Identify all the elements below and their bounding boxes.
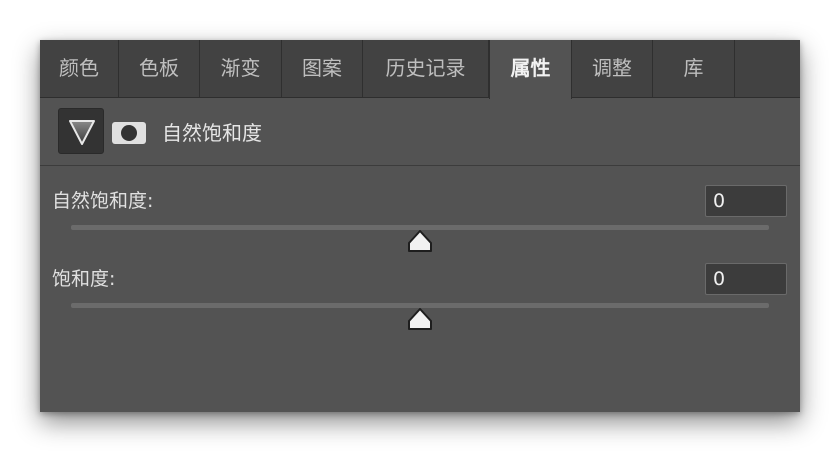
adjustment-header: 自然饱和度: [40, 98, 800, 166]
saturation-label: 饱和度:: [52, 268, 116, 290]
tab-libraries[interactable]: 库: [653, 40, 735, 97]
adjustment-title: 自然饱和度: [162, 121, 262, 145]
tab-history[interactable]: 历史记录: [363, 40, 489, 97]
layer-mask-icon[interactable]: [112, 122, 146, 144]
tab-properties[interactable]: 属性: [489, 40, 572, 99]
vibrance-triangle-icon: [69, 120, 95, 145]
adjustment-layer-button[interactable]: [58, 108, 104, 154]
tab-swatches[interactable]: 色板: [119, 40, 200, 97]
tab-patterns[interactable]: 图案: [282, 40, 363, 97]
panel-tab-bar: 颜色 色板 渐变 图案 历史记录 属性 调整 库: [40, 40, 800, 99]
tab-gradients[interactable]: 渐变: [200, 40, 282, 97]
saturation-slider-thumb[interactable]: [407, 308, 433, 331]
vibrance-label: 自然饱和度:: [52, 190, 154, 212]
vibrance-input[interactable]: 0: [705, 185, 787, 217]
properties-panel: 颜色 色板 渐变 图案 历史记录 属性 调整 库 自然饱和度 自然饱和度: 0: [40, 40, 800, 412]
saturation-input[interactable]: 0: [705, 263, 787, 295]
tab-color[interactable]: 颜色: [40, 40, 119, 97]
tab-adjustments[interactable]: 调整: [572, 40, 653, 97]
vibrance-slider-thumb[interactable]: [407, 230, 433, 253]
